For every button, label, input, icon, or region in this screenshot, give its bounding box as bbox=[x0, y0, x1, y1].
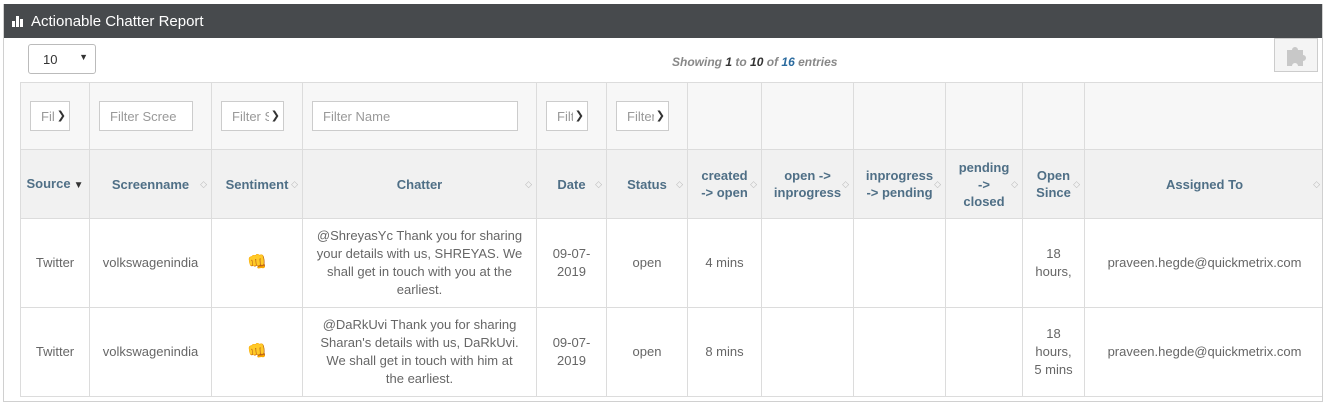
bar-chart-icon bbox=[12, 15, 23, 27]
sort-icon: ◇ bbox=[595, 179, 602, 189]
cell-created-open: 8 mins bbox=[687, 307, 762, 397]
sort-icon: ◇ bbox=[1313, 179, 1320, 189]
col-inprogress-pending[interactable]: inprogress -> pending ◇ bbox=[853, 149, 946, 219]
page-length-value: 10 bbox=[43, 51, 58, 67]
sort-icon: ◇ bbox=[291, 179, 298, 189]
cell-inprogress-pending bbox=[853, 307, 946, 397]
chevron-right-icon: ❯ bbox=[268, 109, 280, 122]
col-open-inprogress[interactable]: open -> inprogress ◇ bbox=[761, 149, 854, 219]
cell-source: Twitter bbox=[20, 307, 90, 397]
table-row[interactable]: Twitter volkswagenindia 👊 @DaRkUvi Thank… bbox=[20, 307, 1322, 397]
thumb-icon: 👊 bbox=[247, 254, 267, 271]
sort-desc-icon: ▼ bbox=[73, 179, 84, 191]
col-chatter[interactable]: Chatter ◇ bbox=[302, 149, 537, 219]
sort-icon: ◇ bbox=[1073, 179, 1080, 189]
cell-chatter: @DaRkUvi Thank you for sharing Sharan's d… bbox=[302, 307, 537, 397]
cell-assigned-to: praveen.hegde@quickmetrix.com bbox=[1084, 218, 1322, 308]
cell-sentiment: 👊 bbox=[211, 218, 303, 308]
puzzle-icon bbox=[1287, 47, 1306, 66]
col-status[interactable]: Status ◇ bbox=[606, 149, 688, 219]
sort-icon: ◇ bbox=[200, 179, 207, 189]
sort-icon: ◇ bbox=[1011, 179, 1018, 189]
filter-status-input[interactable]: Filter ❯ bbox=[616, 101, 669, 131]
sort-icon: ◇ bbox=[525, 179, 532, 189]
col-open-since[interactable]: Open Since ◇ bbox=[1022, 149, 1085, 219]
cell-screenname: volkswagenindia bbox=[89, 307, 212, 397]
col-screenname[interactable]: Screenname ◇ bbox=[89, 149, 212, 219]
filter-name-input[interactable]: Filter Name bbox=[312, 101, 518, 131]
chevron-right-icon: ❯ bbox=[54, 109, 66, 122]
col-created-open[interactable]: created -> open ◇ bbox=[687, 149, 762, 219]
panel-title: Actionable Chatter Report bbox=[31, 12, 204, 30]
panel-header: Actionable Chatter Report bbox=[4, 4, 1322, 38]
header-row: Source ▼ Screenname ◇ Sentiment ◇ Chatter ◇ … bbox=[20, 149, 1322, 219]
cell-status: open bbox=[606, 307, 688, 397]
chevron-right-icon: ❯ bbox=[572, 109, 584, 122]
col-sentiment[interactable]: Sentiment ◇ bbox=[211, 149, 303, 219]
cell-date: 09-07- 2019 bbox=[536, 307, 607, 397]
chevron-down-icon: ▼ bbox=[79, 52, 88, 62]
cell-date: 09-07- 2019 bbox=[536, 218, 607, 308]
cell-created-open: 4 mins bbox=[687, 218, 762, 308]
sort-icon: ◇ bbox=[676, 179, 683, 189]
col-source[interactable]: Source ▼ bbox=[20, 149, 90, 219]
cell-sentiment: 👊 bbox=[211, 307, 303, 397]
cell-open-since: 18 hours, bbox=[1022, 218, 1085, 308]
cell-assigned-to: praveen.hegde@quickmetrix.com bbox=[1084, 307, 1322, 397]
cell-open-inprogress bbox=[761, 218, 854, 308]
cell-inprogress-pending bbox=[853, 218, 946, 308]
col-date[interactable]: Date ◇ bbox=[536, 149, 607, 219]
report-panel: Actionable Chatter Report 10 ▼ Showing 1… bbox=[3, 4, 1323, 402]
table-row[interactable]: Twitter volkswagenindia 👊 @ShreyasYc Tha… bbox=[20, 218, 1322, 308]
chatter-table: Filt ❯ Filter Scree Filter S ❯ Filter Name… bbox=[20, 82, 1322, 397]
filter-row: Filt ❯ Filter Scree Filter S ❯ Filter Name… bbox=[20, 82, 1322, 150]
cell-chatter: @ShreyasYc Thank you for sharing your det… bbox=[302, 218, 537, 308]
col-assigned-to[interactable]: Assigned To ◇ bbox=[1084, 149, 1322, 219]
cell-open-inprogress bbox=[761, 307, 854, 397]
sort-icon: ◇ bbox=[750, 179, 757, 189]
col-pending-closed[interactable]: pending -> closed ◇ bbox=[945, 149, 1023, 219]
cell-pending-closed bbox=[945, 307, 1023, 397]
filter-source-input[interactable]: Filt ❯ bbox=[30, 101, 70, 131]
filter-sentiment-input[interactable]: Filter S ❯ bbox=[221, 101, 284, 131]
cell-open-since: 18 hours, 5 mins bbox=[1022, 307, 1085, 397]
filter-screenname-input[interactable]: Filter Scree bbox=[99, 101, 193, 131]
sort-icon: ◇ bbox=[842, 179, 849, 189]
cell-status: open bbox=[606, 218, 688, 308]
column-plugin-button[interactable] bbox=[1274, 38, 1318, 72]
table-info: Showing 1 to 10 of 16 entries bbox=[672, 55, 838, 69]
filter-date-input[interactable]: Filt ❯ bbox=[546, 101, 588, 131]
cell-pending-closed bbox=[945, 218, 1023, 308]
page-length-select[interactable]: 10 ▼ bbox=[28, 44, 96, 74]
thumb-icon: 👊 bbox=[247, 343, 267, 360]
cell-screenname: volkswagenindia bbox=[89, 218, 212, 308]
table-controls: 10 ▼ Showing 1 to 10 of 16 entries bbox=[4, 38, 1322, 82]
sort-icon: ◇ bbox=[934, 179, 941, 189]
cell-source: Twitter bbox=[20, 218, 90, 308]
chevron-right-icon: ❯ bbox=[653, 109, 665, 122]
